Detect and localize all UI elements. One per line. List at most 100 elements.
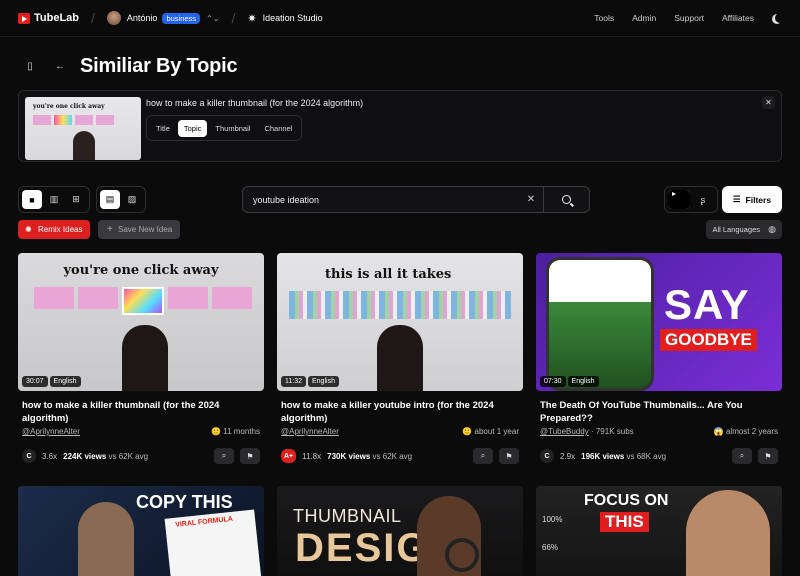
thumb-text: FOCUS ON (584, 492, 669, 509)
card-actions: ⌕ ⚑ (214, 448, 260, 464)
language-select[interactable]: All Languages (706, 220, 782, 239)
thumb-person (377, 325, 423, 391)
bookmark-icon[interactable]: ⚑ (499, 448, 519, 464)
similarity-mode-tabs: Title Topic Thumbnail Channel (146, 115, 303, 141)
search-similar-icon[interactable]: ⌕ (732, 448, 752, 464)
video-subline: @TubeBuddy · 791K subs 😱 almost 2 years (540, 427, 778, 436)
breadcrumb-divider: / (231, 10, 236, 26)
nav-admin[interactable]: Admin (632, 13, 656, 23)
outlier-grade-badge: A+ (281, 449, 297, 463)
thumb-card-row (33, 115, 114, 125)
account-switcher[interactable]: António business ⌃⌄ (106, 11, 219, 25)
view-count: 224K views (63, 451, 107, 461)
thumb-text: THIS (600, 512, 649, 532)
duration-badge: 11:32 (281, 376, 306, 387)
video-age: 🙂 11 months (211, 427, 260, 436)
thumb-person (73, 131, 95, 160)
image-icon[interactable]: ▨ (122, 190, 142, 209)
reference-video-card: you're one click away how to make a kill… (18, 90, 782, 162)
video-thumbnail[interactable]: SAY GOODBYE 07:30 English (536, 253, 782, 391)
thumb-person (122, 325, 168, 391)
search-bar: youtube ideation ✕ (242, 186, 590, 213)
thumb-timeline (289, 291, 511, 319)
reference-thumb-text: you're one click away (33, 103, 105, 110)
tubelab-logo-icon (18, 12, 30, 24)
bookmark-icon[interactable]: ⚑ (240, 448, 260, 464)
outlier-multiplier: 3.6x (42, 451, 58, 461)
layout-view-toggle: ■ ▥ ⊞ (18, 186, 90, 213)
thumb-text: you're one click away (63, 263, 219, 278)
bookmark-icon[interactable]: ⚑ (758, 448, 778, 464)
avatar (106, 11, 121, 25)
filters-label: Filters (745, 194, 772, 205)
nav-affiliates[interactable]: Affiliates (722, 13, 754, 23)
video-age: 🙂 about 1 year (462, 427, 519, 436)
shorts-source-button[interactable]: ʂ (692, 190, 714, 209)
youtube-source-button[interactable] (668, 190, 690, 209)
video-title[interactable]: how to make a killer thumbnail (for the … (22, 399, 262, 425)
average-views: vs 62K avg (372, 451, 413, 461)
age-text: about 1 year (474, 427, 519, 436)
video-title[interactable]: how to make a killer youtube intro (for … (281, 399, 521, 425)
clear-search-icon[interactable]: ✕ (519, 194, 543, 205)
channel-link[interactable]: @AprilynneAlter (281, 427, 339, 436)
video-stats: C 2.9x 196K views vs 68K avg ⌕ ⚑ (540, 448, 778, 464)
video-stats: C 3.6x 224K views vs 62K avg ⌕ ⚑ (22, 448, 260, 464)
tab-topic[interactable]: Topic (177, 119, 208, 137)
thumb-text: THUMBNAIL (293, 506, 402, 526)
tab-channel[interactable]: Channel (258, 120, 298, 137)
back-arrow-icon[interactable]: ← (48, 54, 72, 78)
user-name: António (126, 13, 158, 23)
age-text: 11 months (223, 427, 260, 436)
video-thumbnail[interactable]: this is all it takes 11:32 English (277, 253, 523, 391)
video-thumbnail[interactable]: THUMBNAIL DESIGN (277, 486, 523, 576)
filters-button[interactable]: ☰ Filters (722, 186, 782, 213)
search-input[interactable]: youtube ideation (243, 195, 519, 205)
video-card[interactable]: you're one click away 30:07 English how … (18, 253, 264, 464)
search-similar-icon[interactable]: ⌕ (473, 448, 493, 464)
columns-view-icon[interactable]: ▥ (44, 190, 64, 209)
sidebar-toggle-icon[interactable]: ▯ (18, 54, 42, 78)
document-icon[interactable]: ▤ (100, 190, 120, 209)
nav-support[interactable]: Support (674, 13, 704, 23)
channel-link[interactable]: @AprilynneAlter (22, 427, 80, 436)
close-icon[interactable]: ✕ (762, 96, 775, 109)
single-view-icon[interactable]: ■ (22, 190, 42, 209)
brand-logo[interactable]: TubeLab (18, 12, 79, 24)
tab-title[interactable]: Title (150, 120, 176, 137)
top-bar: TubeLab / António business ⌃⌄ / ✷ Ideati… (0, 0, 800, 37)
video-thumbnail[interactable]: you're one click away 30:07 English (18, 253, 264, 391)
video-thumbnail[interactable]: COPY THIS VIRAL FORMULA (18, 486, 264, 576)
video-subline: @AprilynneAlter 🙂 about 1 year (281, 427, 519, 436)
age-text: almost 2 years (725, 427, 778, 436)
magnifier-icon (445, 538, 479, 572)
youtube-icon (668, 190, 690, 209)
channel-link[interactable]: @TubeBuddy (540, 427, 589, 436)
search-button[interactable] (543, 187, 589, 212)
thumb-text: this is all it takes (325, 267, 452, 282)
view-count: 196K views (581, 451, 625, 461)
nav-tools[interactable]: Tools (594, 13, 614, 23)
save-new-idea-button[interactable]: Save New Idea (98, 220, 181, 239)
thumb-person (78, 502, 134, 576)
card-actions: ⌕ ⚑ (732, 448, 778, 464)
reference-query: how to make a killer thumbnail (for the … (146, 98, 364, 108)
sliders-icon: ☰ (732, 194, 741, 204)
grid-view-icon[interactable]: ⊞ (66, 190, 86, 209)
video-card[interactable]: this is all it takes 11:32 English how t… (277, 253, 523, 464)
video-title[interactable]: The Death Of YouTube Thumbnails... Are Y… (540, 399, 780, 425)
tab-thumbnail[interactable]: Thumbnail (209, 120, 256, 137)
studio-breadcrumb[interactable]: ✷ Ideation Studio (247, 12, 322, 25)
search-similar-icon[interactable]: ⌕ (214, 448, 234, 464)
video-thumbnail[interactable]: 100% 66% FOCUS ON THIS (536, 486, 782, 576)
top-nav: Tools Admin Support Affiliates (594, 13, 782, 23)
outlier-multiplier: 2.9x (560, 451, 576, 461)
studio-name: Ideation Studio (262, 13, 323, 23)
thumb-person (686, 490, 770, 576)
source-toggle: ʂ (664, 186, 718, 213)
page-header: ▯ ← Similiar By Topic (18, 54, 237, 78)
video-card[interactable]: SAY GOODBYE 07:30 English The Death Of Y… (536, 253, 782, 464)
remix-ideas-button[interactable]: Remix Ideas (18, 220, 91, 239)
moon-icon[interactable] (775, 13, 785, 23)
thumb-paper: VIRAL FORMULA (164, 509, 262, 576)
